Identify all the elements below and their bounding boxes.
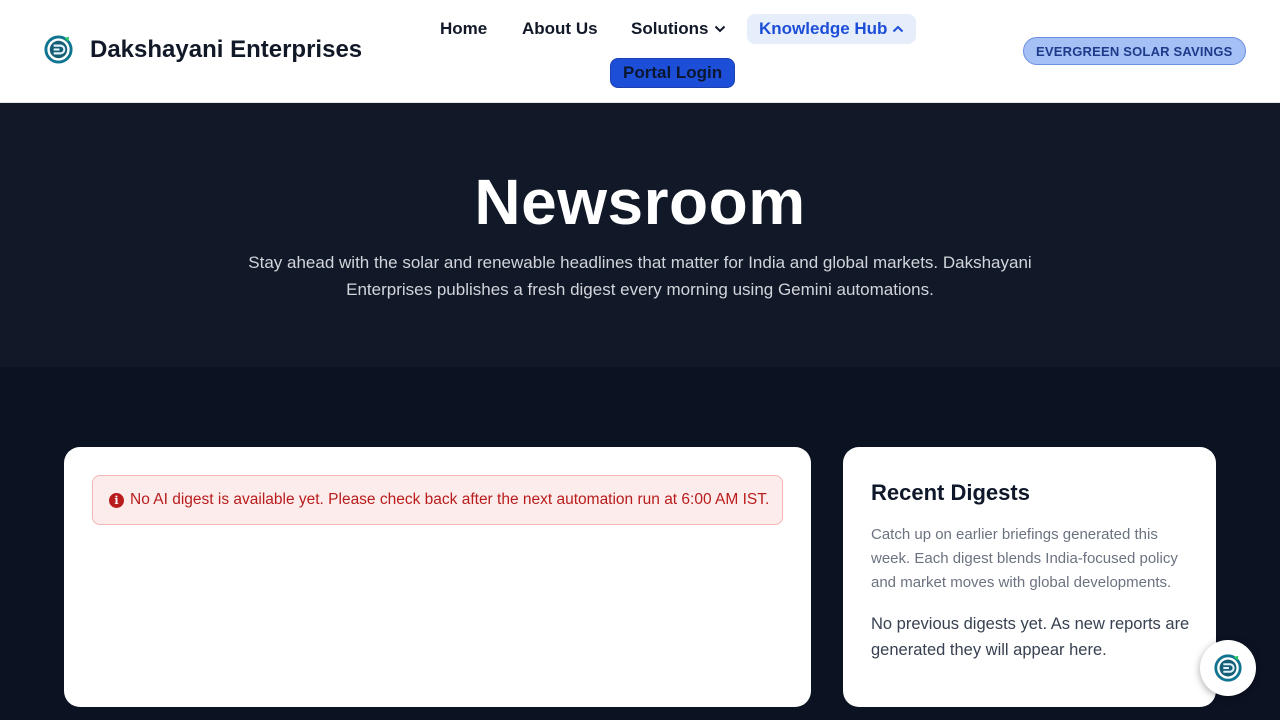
nav-knowledge-hub-label: Knowledge Hub xyxy=(759,19,888,38)
digest-card: i No AI digest is available yet. Please … xyxy=(64,447,811,707)
site-header: Dakshayani Enterprises Home About Us Sol… xyxy=(0,0,1280,103)
nav-home[interactable]: Home xyxy=(440,19,487,39)
chevron-down-icon xyxy=(715,25,726,33)
chevron-up-icon xyxy=(893,25,904,33)
recent-digests-empty-message: No previous digests yet. As new reports … xyxy=(871,615,1190,659)
nav-about-us[interactable]: About Us xyxy=(522,19,598,39)
recent-digests-title: Recent Digests xyxy=(871,480,1030,505)
promo-badge[interactable]: EVERGREEN SOLAR SAVINGS xyxy=(1023,37,1246,65)
dakshayani-logo-icon xyxy=(1214,654,1242,682)
hero-subtitle: Stay ahead with the solar and renewable … xyxy=(248,253,1032,299)
info-icon: i xyxy=(109,492,124,508)
dakshayani-logo-icon xyxy=(44,35,73,64)
chat-launcher-button[interactable] xyxy=(1200,640,1256,696)
no-digest-alert: i No AI digest is available yet. Please … xyxy=(92,475,783,525)
alert-message: No AI digest is available yet. Please ch… xyxy=(130,491,770,508)
hero-section: Newsroom Stay ahead with the solar and r… xyxy=(0,103,1280,367)
portal-login-label: Portal Login xyxy=(623,63,723,82)
brand-name: Dakshayani Enterprises xyxy=(90,36,363,63)
recent-digests-description: Catch up on earlier briefings generated … xyxy=(871,526,1178,591)
portal-login-button[interactable]: Portal Login xyxy=(610,58,736,88)
nav-solutions-label: Solutions xyxy=(631,19,709,38)
brand[interactable]: Dakshayani Enterprises xyxy=(43,34,362,65)
recent-digests-panel: Recent Digests Catch up on earlier brief… xyxy=(843,447,1216,707)
page-title: Newsroom xyxy=(474,166,806,238)
nav-knowledge-hub[interactable]: Knowledge Hub xyxy=(747,14,917,44)
nav-solutions[interactable]: Solutions xyxy=(631,19,726,39)
